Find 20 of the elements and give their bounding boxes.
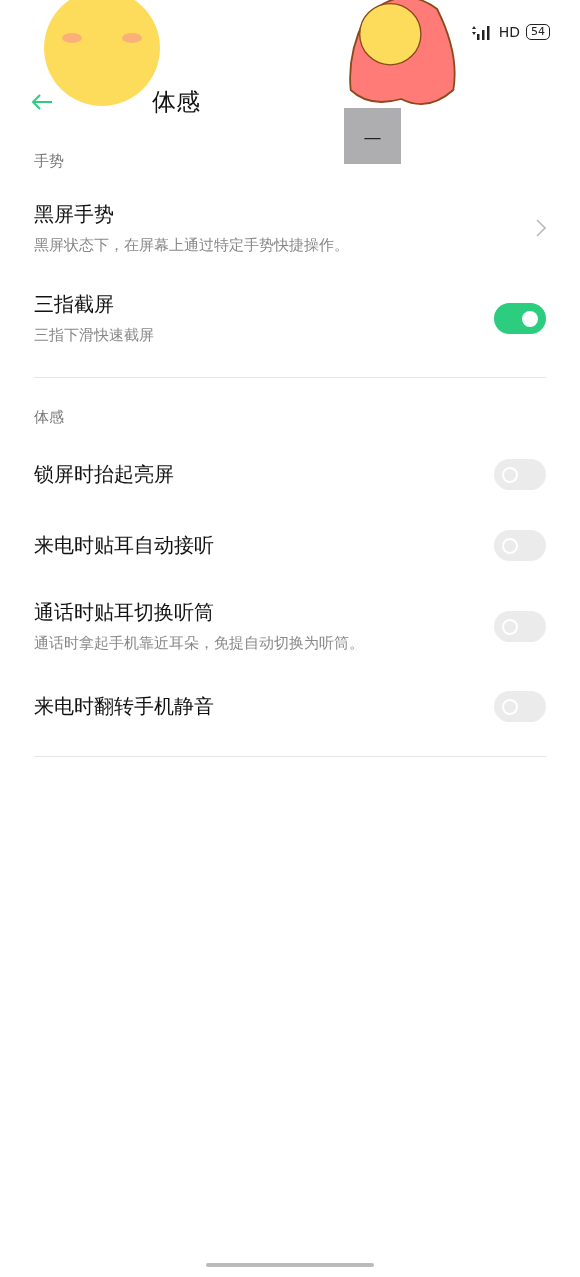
network-label: HD (498, 24, 520, 40)
home-indicator[interactable] (206, 1263, 374, 1267)
toggle-switch[interactable] (494, 302, 546, 334)
setting-label[interactable]: 通话时贴耳切换听筒 (34, 599, 494, 626)
setting-description: 通话时拿起手机靠近耳朵，免提自动切换为听筒。 (34, 634, 365, 653)
back-icon[interactable] (30, 93, 54, 111)
battery-level: 54 (526, 24, 550, 40)
setting-label[interactable]: 锁屏时抬起亮屏 (34, 461, 494, 488)
setting-label[interactable]: 黑屏手势 (34, 201, 536, 228)
section-title: 手势 (33, 151, 65, 172)
section-title: 体感 (33, 407, 65, 428)
setting-description: 黑屏状态下，在屏幕上通过特定手势快捷操作。 (34, 236, 350, 255)
signal-icon (470, 24, 493, 40)
page-title: 体感 (152, 87, 200, 118)
setting-description: 三指下滑快速截屏 (34, 326, 155, 345)
chevron-icon[interactable] (536, 219, 546, 237)
overlay-box: — (344, 108, 401, 164)
setting-label[interactable]: 来电时贴耳自动接听 (34, 532, 494, 559)
setting-label[interactable]: 三指截屏 (34, 291, 494, 318)
setting-label[interactable]: 来电时翻转手机静音 (34, 693, 494, 720)
